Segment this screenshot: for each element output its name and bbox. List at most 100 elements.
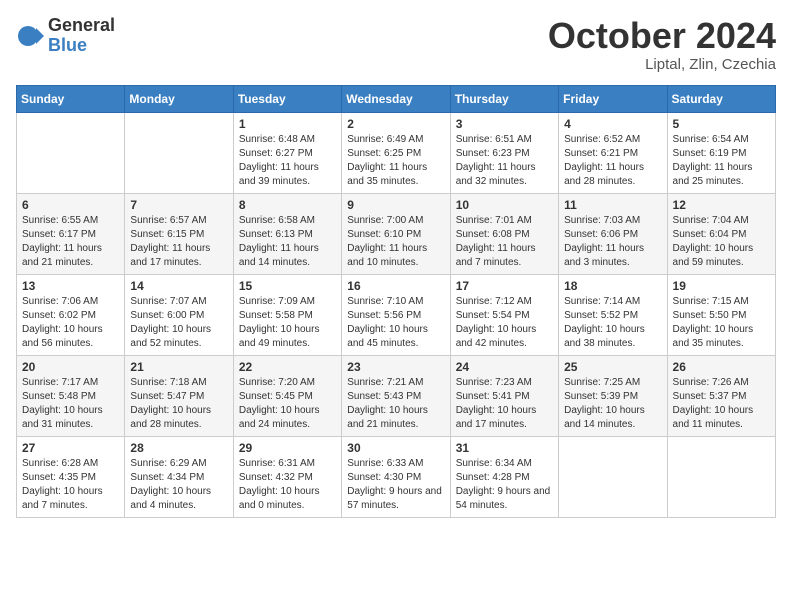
day-info: Sunrise: 6:29 AM Sunset: 4:34 PM Dayligh… [130,457,227,513]
calendar-week-row: 13 Sunrise: 7:06 AM Sunset: 6:02 PM Dayli… [17,274,776,355]
calendar-cell: 28 Sunrise: 6:29 AM Sunset: 4:34 PM Dayli… [125,436,233,517]
day-number: 9 [347,198,444,212]
day-info: Sunrise: 7:15 AM Sunset: 5:50 PM Dayligh… [673,295,770,351]
calendar-cell: 21 Sunrise: 7:18 AM Sunset: 5:47 PM Dayli… [125,355,233,436]
day-number: 21 [130,360,227,374]
day-info: Sunrise: 7:14 AM Sunset: 5:52 PM Dayligh… [564,295,661,351]
calendar-cell: 16 Sunrise: 7:10 AM Sunset: 5:56 PM Dayli… [342,274,450,355]
calendar-week-row: 1 Sunrise: 6:48 AM Sunset: 6:27 PM Daylig… [17,112,776,193]
day-info: Sunrise: 7:00 AM Sunset: 6:10 PM Dayligh… [347,214,444,270]
calendar-cell: 1 Sunrise: 6:48 AM Sunset: 6:27 PM Daylig… [233,112,341,193]
calendar-cell: 19 Sunrise: 7:15 AM Sunset: 5:50 PM Dayli… [667,274,775,355]
calendar-cell: 4 Sunrise: 6:52 AM Sunset: 6:21 PM Daylig… [559,112,667,193]
day-of-week-sunday: Sunday [17,85,125,112]
calendar-cell [667,436,775,517]
day-number: 4 [564,117,661,131]
day-info: Sunrise: 6:33 AM Sunset: 4:30 PM Dayligh… [347,457,444,513]
day-number: 11 [564,198,661,212]
day-number: 16 [347,279,444,293]
day-info: Sunrise: 7:09 AM Sunset: 5:58 PM Dayligh… [239,295,336,351]
day-info: Sunrise: 6:57 AM Sunset: 6:15 PM Dayligh… [130,214,227,270]
calendar-cell: 10 Sunrise: 7:01 AM Sunset: 6:08 PM Dayli… [450,193,558,274]
calendar-cell [17,112,125,193]
day-of-week-tuesday: Tuesday [233,85,341,112]
calendar-cell: 20 Sunrise: 7:17 AM Sunset: 5:48 PM Dayli… [17,355,125,436]
calendar-cell: 3 Sunrise: 6:51 AM Sunset: 6:23 PM Daylig… [450,112,558,193]
day-info: Sunrise: 6:58 AM Sunset: 6:13 PM Dayligh… [239,214,336,270]
calendar-cell: 31Sunrise: 6:34 AM Sunset: 4:28 PM Dayli… [450,436,558,517]
day-of-week-wednesday: Wednesday [342,85,450,112]
day-number: 13 [22,279,119,293]
calendar-header-row: SundayMondayTuesdayWednesdayThursdayFrid… [17,85,776,112]
calendar-cell: 17Sunrise: 7:12 AM Sunset: 5:54 PM Dayli… [450,274,558,355]
day-number: 14 [130,279,227,293]
calendar-cell: 30Sunrise: 6:33 AM Sunset: 4:30 PM Dayli… [342,436,450,517]
day-number: 23 [347,360,444,374]
day-info: Sunrise: 7:06 AM Sunset: 6:02 PM Dayligh… [22,295,119,351]
calendar-cell [559,436,667,517]
calendar-week-row: 20 Sunrise: 7:17 AM Sunset: 5:48 PM Dayli… [17,355,776,436]
calendar-cell: 7 Sunrise: 6:57 AM Sunset: 6:15 PM Daylig… [125,193,233,274]
day-number: 24 [456,360,553,374]
calendar-week-row: 27Sunrise: 6:28 AM Sunset: 4:35 PM Dayli… [17,436,776,517]
logo: General Blue [16,16,115,56]
day-number: 10 [456,198,553,212]
day-number: 15 [239,279,336,293]
day-info: Sunrise: 7:23 AM Sunset: 5:41 PM Dayligh… [456,376,553,432]
day-number: 26 [673,360,770,374]
day-number: 1 [239,117,336,131]
day-info: Sunrise: 6:31 AM Sunset: 4:32 PM Dayligh… [239,457,336,513]
calendar-cell: 6Sunrise: 6:55 AM Sunset: 6:17 PM Daylig… [17,193,125,274]
calendar-cell: 15 Sunrise: 7:09 AM Sunset: 5:58 PM Dayli… [233,274,341,355]
day-number: 28 [130,441,227,455]
calendar-cell: 9 Sunrise: 7:00 AM Sunset: 6:10 PM Daylig… [342,193,450,274]
day-info: Sunrise: 7:21 AM Sunset: 5:43 PM Dayligh… [347,376,444,432]
day-number: 3 [456,117,553,131]
day-info: Sunrise: 7:04 AM Sunset: 6:04 PM Dayligh… [673,214,770,270]
day-info: Sunrise: 7:20 AM Sunset: 5:45 PM Dayligh… [239,376,336,432]
day-number: 25 [564,360,661,374]
calendar-cell: 22 Sunrise: 7:20 AM Sunset: 5:45 PM Dayli… [233,355,341,436]
day-number: 17 [456,279,553,293]
calendar-cell: 8 Sunrise: 6:58 AM Sunset: 6:13 PM Daylig… [233,193,341,274]
day-info: Sunrise: 7:18 AM Sunset: 5:47 PM Dayligh… [130,376,227,432]
day-number: 19 [673,279,770,293]
day-info: Sunrise: 7:10 AM Sunset: 5:56 PM Dayligh… [347,295,444,351]
calendar-cell: 25 Sunrise: 7:25 AM Sunset: 5:39 PM Dayli… [559,355,667,436]
day-info: Sunrise: 6:49 AM Sunset: 6:25 PM Dayligh… [347,133,444,189]
day-info: Sunrise: 6:51 AM Sunset: 6:23 PM Dayligh… [456,133,553,189]
day-info: Sunrise: 6:54 AM Sunset: 6:19 PM Dayligh… [673,133,770,189]
day-number: 20 [22,360,119,374]
day-number: 29 [239,441,336,455]
day-info: Sunrise: 7:03 AM Sunset: 6:06 PM Dayligh… [564,214,661,270]
logo-blue-text: Blue [48,36,115,56]
day-info: Sunrise: 6:48 AM Sunset: 6:27 PM Dayligh… [239,133,336,189]
calendar-cell: 27Sunrise: 6:28 AM Sunset: 4:35 PM Dayli… [17,436,125,517]
calendar-cell [125,112,233,193]
day-number: 2 [347,117,444,131]
day-number: 7 [130,198,227,212]
day-of-week-thursday: Thursday [450,85,558,112]
day-of-week-saturday: Saturday [667,85,775,112]
day-number: 31 [456,441,553,455]
day-info: Sunrise: 7:25 AM Sunset: 5:39 PM Dayligh… [564,376,661,432]
day-number: 22 [239,360,336,374]
day-info: Sunrise: 6:52 AM Sunset: 6:21 PM Dayligh… [564,133,661,189]
day-number: 12 [673,198,770,212]
day-number: 8 [239,198,336,212]
day-info: Sunrise: 7:01 AM Sunset: 6:08 PM Dayligh… [456,214,553,270]
day-number: 27 [22,441,119,455]
calendar-cell: 24 Sunrise: 7:23 AM Sunset: 5:41 PM Dayli… [450,355,558,436]
calendar-cell: 11 Sunrise: 7:03 AM Sunset: 6:06 PM Dayli… [559,193,667,274]
location: Liptal, Zlin, Czechia [548,56,776,73]
calendar-cell: 2 Sunrise: 6:49 AM Sunset: 6:25 PM Daylig… [342,112,450,193]
day-number: 18 [564,279,661,293]
day-number: 5 [673,117,770,131]
calendar-cell: 12 Sunrise: 7:04 AM Sunset: 6:04 PM Dayli… [667,193,775,274]
month-title: October 2024 [548,16,776,56]
calendar-cell: 29 Sunrise: 6:31 AM Sunset: 4:32 PM Dayli… [233,436,341,517]
day-info: Sunrise: 7:17 AM Sunset: 5:48 PM Dayligh… [22,376,119,432]
calendar-cell: 14 Sunrise: 7:07 AM Sunset: 6:00 PM Dayli… [125,274,233,355]
calendar-cell: 18 Sunrise: 7:14 AM Sunset: 5:52 PM Dayli… [559,274,667,355]
day-info: Sunrise: 7:07 AM Sunset: 6:00 PM Dayligh… [130,295,227,351]
